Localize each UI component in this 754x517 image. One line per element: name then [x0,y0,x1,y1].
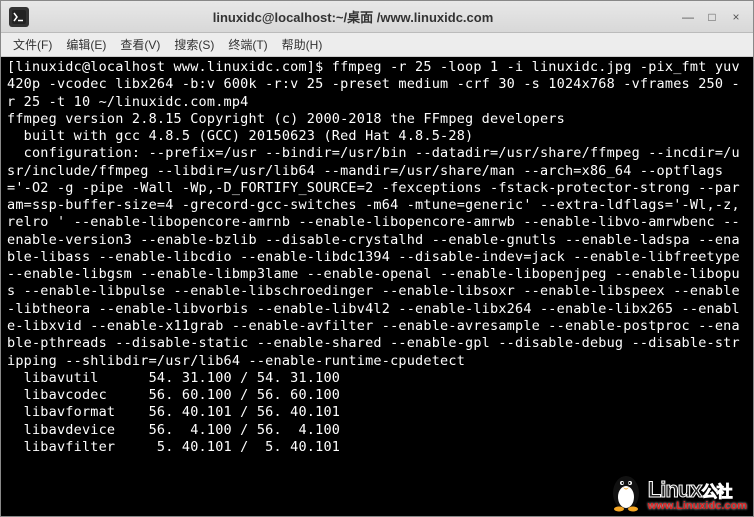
maximize-button[interactable]: □ [701,7,723,27]
menu-file[interactable]: 文件(F) [7,34,58,55]
terminal-icon [9,7,29,27]
output-line: libavutil 54. 31.100 / 54. 31.100 [7,370,747,387]
minimize-button[interactable]: — [677,7,699,27]
window-title: linuxidc@localhost:~/桌面 /www.linuxidc.co… [29,7,677,26]
output-line: built with gcc 4.8.5 (GCC) 20150623 (Red… [7,128,747,145]
close-button[interactable]: × [725,7,747,27]
output-line: libavfilter 5. 40.101 / 5. 40.101 [7,439,747,456]
menu-view[interactable]: 查看(V) [114,34,166,55]
window-controls: — □ × [677,7,747,27]
window-titlebar: linuxidc@localhost:~/桌面 /www.linuxidc.co… [1,1,753,33]
output-line: libavformat 56. 40.101 / 56. 40.101 [7,404,747,421]
output-line: libavdevice 56. 4.100 / 56. 4.100 [7,422,747,439]
terminal-output[interactable]: [linuxidc@localhost www.linuxidc.com]$ f… [1,57,753,516]
menu-bar: 文件(F) 编辑(E) 查看(V) 搜索(S) 终端(T) 帮助(H) [1,33,753,57]
output-line: ffmpeg version 2.8.15 Copyright (c) 2000… [7,111,747,128]
output-line: configuration: --prefix=/usr --bindir=/u… [7,145,747,369]
menu-terminal[interactable]: 终端(T) [222,34,273,55]
menu-edit[interactable]: 编辑(E) [60,34,112,55]
shell-prompt: [linuxidc@localhost www.linuxidc.com]$ [7,59,323,75]
output-line: libavcodec 56. 60.100 / 56. 60.100 [7,387,747,404]
menu-help[interactable]: 帮助(H) [276,34,329,55]
menu-search[interactable]: 搜索(S) [168,34,220,55]
